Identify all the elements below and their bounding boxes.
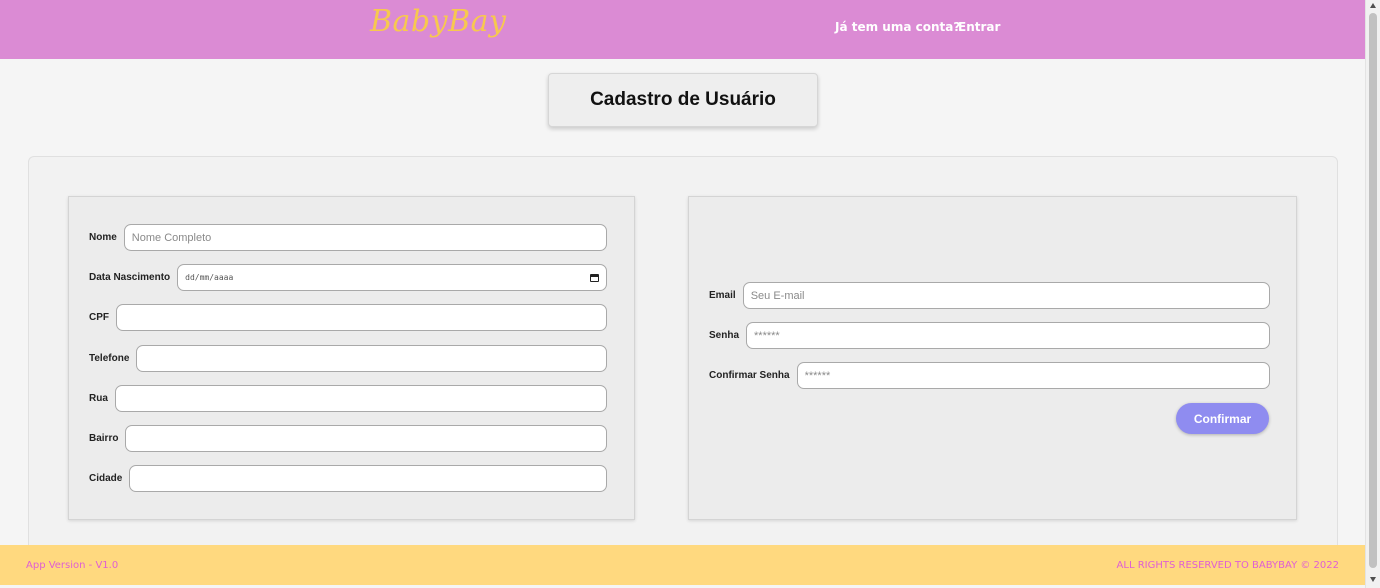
cpf-row: CPF <box>89 304 607 331</box>
birthdate-row: Data Nascimento dd/mm/aaaa <box>89 264 607 291</box>
confirm-password-input[interactable] <box>796 362 1270 389</box>
city-input[interactable] <box>129 465 607 492</box>
birthdate-placeholder: dd/mm/aaaa <box>185 273 234 282</box>
birthdate-input[interactable]: dd/mm/aaaa <box>177 264 607 291</box>
password-row: Senha <box>709 322 1270 349</box>
page-title-card: Cadastro de Usuário <box>548 73 818 127</box>
account-question: Já tem uma conta? <box>835 20 961 34</box>
neighborhood-row: Bairro <box>89 425 607 452</box>
email-input[interactable] <box>742 282 1270 309</box>
confirm-password-row: Confirmar Senha <box>709 362 1270 389</box>
name-input[interactable] <box>123 224 607 251</box>
birthdate-label: Data Nascimento <box>89 272 171 283</box>
street-row: Rua <box>89 385 607 412</box>
city-label: Cidade <box>89 473 123 484</box>
phone-input[interactable] <box>136 345 607 372</box>
page-title: Cadastro de Usuário <box>590 89 776 110</box>
password-label: Senha <box>709 330 740 341</box>
scroll-down-icon[interactable] <box>1370 577 1376 582</box>
email-label: Email <box>709 290 736 301</box>
name-label: Nome <box>89 232 117 243</box>
confirm-button[interactable]: Confirmar <box>1176 403 1269 434</box>
footer: App Version - V1.0 ALL RIGHTS RESERVED T… <box>0 545 1365 585</box>
cpf-input[interactable] <box>116 304 607 331</box>
logo[interactable]: BabyBay <box>370 4 506 39</box>
account-panel <box>688 196 1297 520</box>
phone-row: Telefone <box>89 345 607 372</box>
copyright-notice: ALL RIGHTS RESERVED TO BABYBAY © 2022 <box>1116 560 1339 571</box>
confirm-password-label: Confirmar Senha <box>709 370 790 381</box>
calendar-icon[interactable] <box>590 273 599 282</box>
app-version: App Version - V1.0 <box>26 560 119 571</box>
city-row: Cidade <box>89 465 607 492</box>
street-input[interactable] <box>114 385 607 412</box>
scroll-thumb[interactable] <box>1369 13 1377 568</box>
scroll-up-icon[interactable] <box>1370 3 1376 8</box>
top-navbar: BabyBay Já tem uma conta? Entrar <box>0 0 1365 59</box>
neighborhood-label: Bairro <box>89 433 119 444</box>
street-label: Rua <box>89 393 108 404</box>
cpf-label: CPF <box>89 312 109 323</box>
login-link[interactable]: Entrar <box>958 20 1000 34</box>
phone-label: Telefone <box>89 353 130 364</box>
password-input[interactable] <box>746 322 1270 349</box>
neighborhood-input[interactable] <box>125 425 607 452</box>
name-row: Nome <box>89 224 607 251</box>
email-row: Email <box>709 282 1270 309</box>
page-scrollbar[interactable] <box>1365 0 1380 588</box>
